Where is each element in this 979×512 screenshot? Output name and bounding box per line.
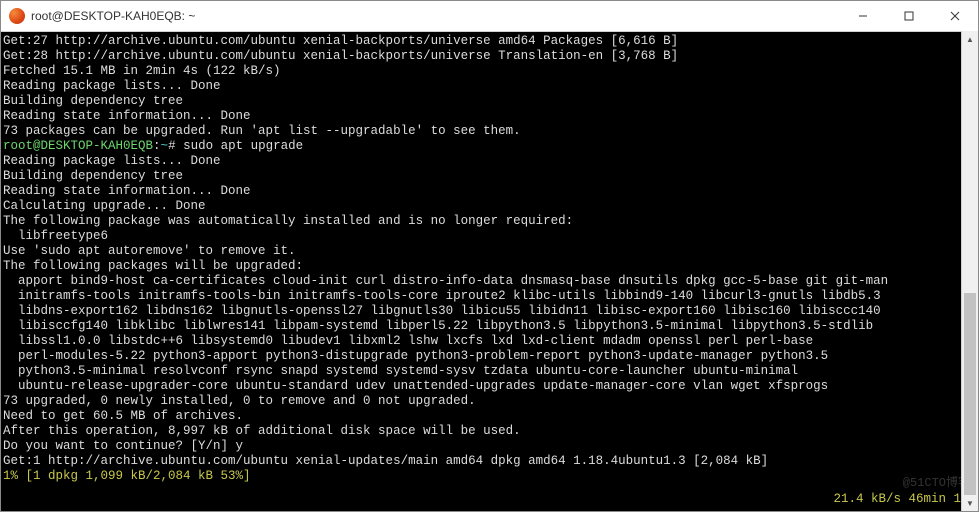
output-line: libdns-export162 libdns162 libgnutls-ope… <box>3 304 976 319</box>
terminal-viewport[interactable]: Get:27 http://archive.ubuntu.com/ubuntu … <box>1 32 978 511</box>
output-line: 73 packages can be upgraded. Run 'apt li… <box>3 124 976 139</box>
scroll-up-icon[interactable]: ▲ <box>962 31 978 47</box>
output-line: 73 upgraded, 0 newly installed, 0 to rem… <box>3 394 976 409</box>
minimize-button[interactable] <box>840 1 886 31</box>
output-line: Reading package lists... Done <box>3 79 976 94</box>
output-line: Building dependency tree <box>3 94 976 109</box>
scrollbar-thumb[interactable] <box>964 293 976 495</box>
output-line: Get:1 http://archive.ubuntu.com/ubuntu x… <box>3 454 976 469</box>
output-line: The following package was automatically … <box>3 214 976 229</box>
output-line: Building dependency tree <box>3 169 976 184</box>
output-line: Use 'sudo apt autoremove' to remove it. <box>3 244 976 259</box>
output-line: Reading state information... Done <box>3 109 976 124</box>
output-line: perl-modules-5.22 python3-apport python3… <box>3 349 976 364</box>
output-line: ubuntu-release-upgrader-core ubuntu-stan… <box>3 379 976 394</box>
titlebar[interactable]: root@DESKTOP-KAH0EQB: ~ <box>1 1 978 32</box>
window-title: root@DESKTOP-KAH0EQB: ~ <box>31 9 840 23</box>
watermark-text: @51CTO博客 <box>903 476 970 491</box>
prompt-userhost: root@DESKTOP-KAH0EQB <box>3 139 153 153</box>
vertical-scrollbar[interactable]: ▲ ▼ <box>961 31 978 511</box>
prompt-sep: : <box>153 139 161 153</box>
scrollbar-track[interactable] <box>962 47 978 495</box>
output-line: libfreetype6 <box>3 229 976 244</box>
output-line: Calculating upgrade... Done <box>3 199 976 214</box>
prompt-line: root@DESKTOP-KAH0EQB:~# sudo apt upgrade <box>3 139 976 154</box>
maximize-button[interactable] <box>886 1 932 31</box>
output-line: Reading package lists... Done <box>3 154 976 169</box>
output-line: Fetched 15.1 MB in 2min 4s (122 kB/s) <box>3 64 976 79</box>
output-line: python3.5-minimal resolvconf rsync snapd… <box>3 364 976 379</box>
output-line: Get:27 http://archive.ubuntu.com/ubuntu … <box>3 34 976 49</box>
prompt-hash: # <box>168 139 176 153</box>
close-button[interactable] <box>932 1 978 31</box>
output-line: apport bind9-host ca-certificates cloud-… <box>3 274 976 289</box>
output-line: Reading state information... Done <box>3 184 976 199</box>
progress-left: 1% [1 dpkg 1,099 kB/2,084 kB 53%] <box>3 469 976 484</box>
output-line: The following packages will be upgraded: <box>3 259 976 274</box>
output-line: libisccfg140 libklibc liblwres141 libpam… <box>3 319 976 334</box>
progress-right: 21.4 kB/s 46min 11s <box>833 492 976 507</box>
output-line: Do you want to continue? [Y/n] y <box>3 439 976 454</box>
output-line: After this operation, 8,997 kB of additi… <box>3 424 976 439</box>
output-line: Get:28 http://archive.ubuntu.com/ubuntu … <box>3 49 976 64</box>
ubuntu-icon <box>9 8 25 24</box>
output-line: initramfs-tools initramfs-tools-bin init… <box>3 289 976 304</box>
terminal-window: root@DESKTOP-KAH0EQB: ~ Get:27 http://ar… <box>0 0 979 512</box>
prompt-cwd: ~ <box>161 139 169 153</box>
output-line: libssl1.0.0 libstdc++6 libsystemd0 libud… <box>3 334 976 349</box>
output-line: Need to get 60.5 MB of archives. <box>3 409 976 424</box>
scroll-down-icon[interactable]: ▼ <box>962 495 978 511</box>
command-text: sudo apt upgrade <box>183 139 303 153</box>
